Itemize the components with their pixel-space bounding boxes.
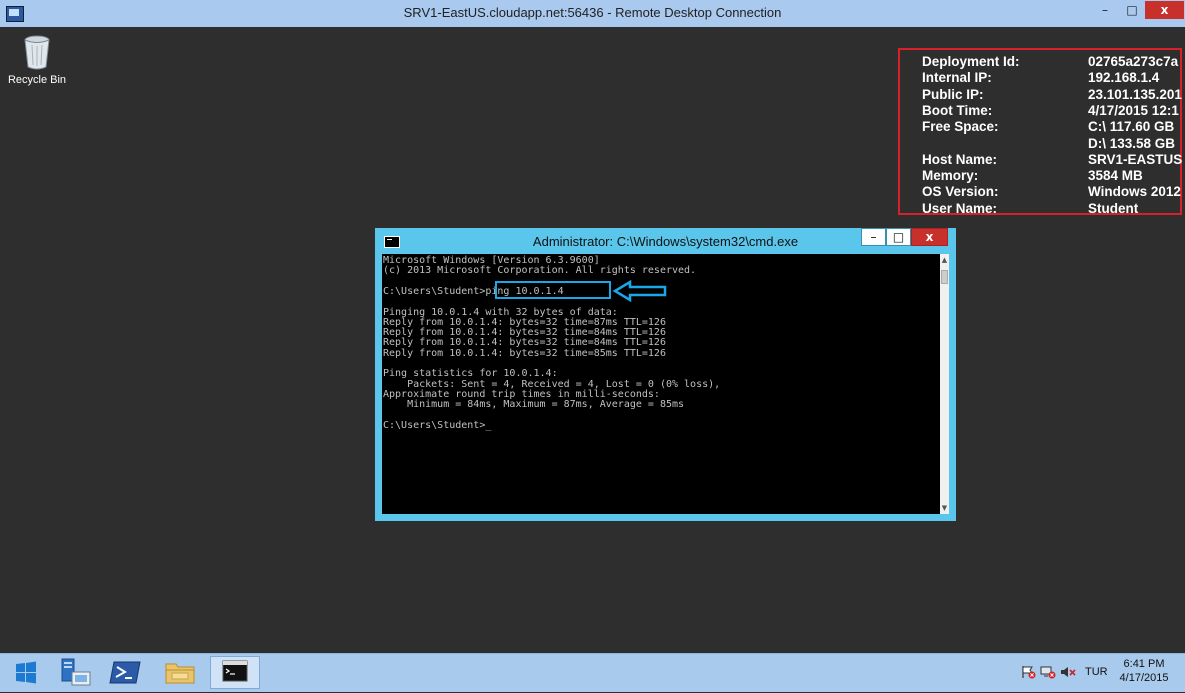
bginfo-key: Deployment Id:	[922, 54, 1020, 69]
bginfo-key: Internal IP:	[922, 70, 992, 86]
bginfo-value: 23.101.135.201	[1088, 86, 1182, 102]
command-prompt-icon	[222, 660, 248, 682]
speaker-muted-icon[interactable]	[1060, 665, 1076, 679]
recycle-bin-icon	[24, 35, 50, 70]
bginfo-value: 02765a273c7a	[1088, 54, 1179, 69]
rdp-minimize-button[interactable]: –	[1090, 1, 1120, 19]
bginfo-key: Host Name:	[922, 151, 998, 167]
bginfo-value: SRV1-EASTUS	[1088, 151, 1182, 167]
action-center-flag-icon[interactable]	[1020, 665, 1036, 679]
bginfo-key: Public IP:	[922, 86, 984, 102]
console-line: C:\Users\Student>_	[383, 419, 492, 431]
cmd-window[interactable]: Administrator: C:\Windows\system32\cmd.e…	[375, 228, 956, 521]
console-line: (c) 2013 Microsoft Corporation. All righ…	[383, 265, 697, 277]
bginfo-key: OS Version:	[922, 184, 999, 200]
file-explorer-taskbar-button[interactable]	[158, 656, 202, 689]
folder-icon	[165, 663, 195, 684]
bginfo-panel: Deployment Id: 02765a273c7a Internal IP: 19…	[898, 48, 1182, 216]
rdp-title-bar[interactable]: SRV1-EastUS.cloudapp.net:56436 - Remote …	[0, 0, 1185, 27]
console-line: Reply from 10.0.1.4: bytes=32 time=85ms …	[383, 347, 666, 359]
cmd-close-button[interactable]: x	[911, 228, 948, 246]
cmd-taskbar-button[interactable]	[210, 656, 260, 689]
powershell-taskbar-button[interactable]	[104, 656, 148, 689]
bginfo-key: Boot Time:	[922, 102, 993, 118]
clock-time: 6:41 PM	[1123, 658, 1165, 670]
taskbar: TUR 6:41 PM 4/17/2015	[0, 653, 1185, 692]
left-arrow-annotation-icon	[612, 280, 667, 302]
cmd-vertical-scrollbar[interactable]: ▲ ▼	[940, 254, 949, 514]
bginfo-key: User Name:	[922, 200, 998, 216]
bginfo-value: Student	[1088, 200, 1139, 216]
taskbar-clock[interactable]: 6:41 PM 4/17/2015	[1110, 657, 1178, 685]
recycle-bin-shortcut[interactable]: Recycle Bin	[6, 34, 68, 86]
console-line: Minimum = 84ms, Maximum = 87ms, Average …	[383, 399, 685, 411]
network-icon[interactable]	[1040, 665, 1056, 679]
clock-date: 4/17/2015	[1119, 672, 1169, 684]
recycle-bin-label: Recycle Bin	[7, 74, 67, 86]
bginfo-value: D:\ 133.58 GB	[1088, 135, 1176, 151]
rdp-window-title: SRV1-EastUS.cloudapp.net:56436 - Remote …	[403, 5, 782, 20]
bginfo-value: 192.168.1.4	[1088, 70, 1160, 86]
bginfo-value: C:\ 117.60 GB	[1088, 119, 1175, 135]
scroll-thumb[interactable]	[941, 270, 948, 284]
bginfo-key: Free Space:	[922, 119, 999, 135]
scroll-up-arrow-icon[interactable]: ▲	[940, 254, 949, 266]
cmd-minimize-button[interactable]: –	[861, 228, 886, 246]
powershell-icon	[109, 661, 141, 684]
start-button[interactable]	[4, 656, 48, 689]
bginfo-value: 3584 MB	[1088, 168, 1143, 184]
server-manager-icon	[61, 658, 91, 686]
windows-logo-icon	[16, 661, 36, 684]
bginfo-value: 4/17/2015 12:1	[1088, 102, 1179, 118]
rdp-maximize-button[interactable]: □	[1122, 1, 1142, 19]
scroll-down-arrow-icon[interactable]: ▼	[940, 502, 949, 514]
cmd-title-bar[interactable]: Administrator: C:\Windows\system32\cmd.e…	[375, 228, 956, 254]
rdp-close-button[interactable]: x	[1145, 1, 1184, 19]
server-manager-taskbar-button[interactable]	[54, 656, 98, 689]
ping-command-highlight-box	[495, 281, 611, 299]
bginfo-key: Memory:	[922, 168, 979, 184]
input-language-indicator[interactable]: TUR	[1085, 666, 1108, 678]
cmd-maximize-button[interactable]: □	[886, 228, 911, 246]
bginfo-value: Windows 2012	[1088, 184, 1181, 200]
